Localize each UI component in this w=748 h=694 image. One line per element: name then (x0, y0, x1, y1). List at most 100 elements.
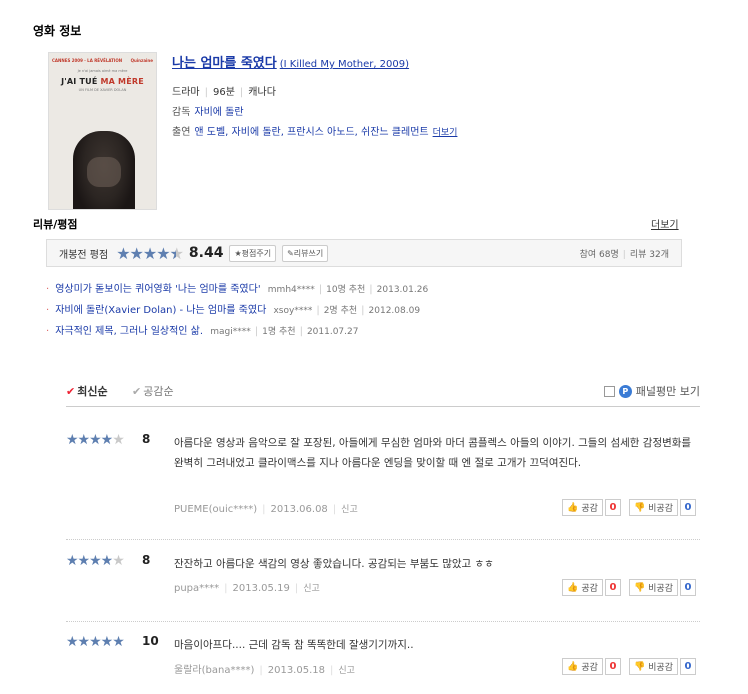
review-stars: ★★★★★ (66, 553, 125, 569)
list-item: · 자비에 돌란(Xavier Dolan) - 나는 엄마를 죽였다 xsoy*… (46, 305, 421, 316)
sort-latest-label: 최신순 (77, 385, 108, 398)
review-text: 마음이아프다.... 근데 감독 참 똑똑한데 잘생기기까지.. (174, 639, 414, 651)
disagree-button[interactable]: 👎 비공감 (628, 499, 678, 516)
poster-director: UN FILM DE XAVIER DOLAN (78, 88, 127, 92)
mini-review-title-link[interactable]: 자비에 돌란(Xavier Dolan) - 나는 엄마를 죽였다 (55, 305, 266, 316)
rating-stats: 참여 68명 | 리뷰 32개 (579, 249, 669, 260)
panel-only-label: 패널평만 보기 (635, 385, 700, 398)
mini-review-rec: 10명 추천 (326, 285, 366, 295)
poster-title: J'AI TUÉ MA MÈRE (49, 77, 156, 86)
movie-country: 캐나다 (248, 87, 276, 98)
sort-empathy-tab[interactable]: ✔ 공감순 (132, 383, 174, 399)
check-icon: ✔ (132, 385, 142, 398)
movie-cast-line: 출연 앤 도벨, 자비에 돌란, 프란시스 아노드, 쉬잔느 클레먼트 더보기 (172, 123, 457, 138)
cast-more-link[interactable]: 더보기 (433, 128, 458, 138)
review-text: 아름다운 영상과 음악으로 잘 포장된, 아들에게 무심한 엄마와 마더 콤플렉… (174, 437, 692, 469)
review-item: ★★★★★ 8 아름다운 영상과 음악으로 잘 포장된, 아들에게 무심한 엄마… (66, 432, 700, 522)
poster-festival: CANNES 2009 · LA RÉVÉLATION (52, 58, 123, 63)
panel-only-filter[interactable]: P 패널평만 보기 (603, 383, 700, 399)
mini-review-title-link[interactable]: 영상미가 돋보이는 퀴어영화 '나는 엄마를 죽였다' (55, 284, 260, 295)
review-user: 울랄라(bana****) (174, 665, 255, 676)
movie-runtime: 96분 (212, 87, 235, 98)
thumbs-down-icon: 👎 (633, 661, 646, 672)
thumbs-up-icon: 👍 (567, 582, 579, 593)
disagree-label: 비공감 (648, 584, 673, 594)
review-date: 2013.05.19 (232, 583, 290, 594)
section-title: 영화 정보 (33, 24, 82, 38)
review-footer: 울랄라(bana****) | 2013.05.18 | 신고 (174, 665, 355, 676)
rating-score: 8.44 (188, 245, 224, 261)
rating-review-count: 리뷰 32개 (629, 249, 669, 260)
mini-review-date: 2011.07.27 (306, 327, 359, 337)
review-text: 잔잔하고 아름다운 색감의 영상 좋았습니다. 공감되는 부붐도 많았고 ㅎㅎ (174, 558, 494, 570)
poster-tagline: Je n'ai jamais aimé ma mère (77, 69, 128, 73)
list-item: · 영상미가 돋보이는 퀴어영화 '나는 엄마를 죽였다' mmh4**** | 10… (46, 284, 429, 295)
movie-director-line: 감독 자비에 돌란 (172, 103, 457, 118)
review-score: 8 (142, 553, 151, 567)
disagree-label: 비공감 (648, 663, 673, 673)
agree-button[interactable]: 👍 공감 (562, 499, 603, 516)
review-footer: pupa**** | 2013.05.19 | 신고 (174, 583, 320, 594)
agree-button[interactable]: 👍 공감 (562, 658, 603, 675)
director-link[interactable]: 자비에 돌란 (194, 107, 243, 118)
mini-review-date: 2012.08.09 (368, 306, 421, 316)
reviews-section-title: 리뷰/평점 (33, 218, 78, 231)
sort-empathy-label: 공감순 (143, 385, 174, 398)
agree-label: 공감 (581, 584, 598, 594)
thumbs-down-icon: 👎 (633, 502, 646, 513)
thumbs-up-icon: 👍 (567, 661, 579, 672)
review-votes: 👍 공감 0 👎 비공감 0 (562, 579, 696, 596)
disagree-button[interactable]: 👎 비공감 (628, 579, 678, 596)
rating-stars: ★★★★★★ (116, 243, 184, 263)
panel-only-checkbox[interactable] (603, 385, 615, 397)
disagree-button[interactable]: 👎 비공감 (628, 658, 678, 675)
panel-icon: P (618, 384, 632, 398)
agree-label: 공감 (581, 663, 598, 673)
report-link[interactable]: 신고 (338, 666, 355, 676)
sort-bar: ✔ 최신순 ✔ 공감순 P 패널평만 보기 (66, 381, 700, 407)
mini-review-user: mmh4**** (267, 285, 315, 295)
mini-review-date: 2013.01.26 (376, 285, 429, 295)
review-date: 2013.06.08 (270, 504, 328, 515)
review-user: pupa**** (174, 583, 220, 594)
mini-review-user: magi**** (210, 327, 251, 337)
movie-genre: 드라마 (172, 87, 200, 98)
review-item: ★★★★★ 8 잔잔하고 아름다운 색감의 영상 좋았습니다. 공감되는 부붐도… (66, 553, 700, 603)
sort-latest-tab[interactable]: ✔ 최신순 (66, 383, 108, 399)
movie-poster[interactable]: CANNES 2009 · LA RÉVÉLATION Quinzaine Je… (48, 52, 157, 210)
movie-meta: 드라마 | 96분 | 캐나다 (172, 87, 276, 98)
director-label: 감독 (172, 107, 191, 118)
cast-label: 출연 (172, 127, 191, 138)
mini-review-rec: 2명 추천 (323, 306, 358, 316)
mini-review-rec: 1명 추천 (262, 327, 296, 337)
rating-label: 개봉전 평점 (59, 249, 109, 261)
agree-count: 0 (604, 499, 621, 516)
agree-count: 0 (604, 579, 621, 596)
rating-participants: 참여 68명 (579, 249, 619, 260)
write-review-button[interactable]: ✎리뷰쓰기 (282, 244, 329, 262)
review-votes: 👍 공감 0 👎 비공감 0 (562, 658, 696, 675)
movie-original-title-link[interactable]: (I Killed My Mother, 2009) (280, 59, 409, 70)
agree-label: 공감 (581, 504, 598, 514)
review-score: 10 (142, 634, 159, 648)
mini-review-title-link[interactable]: 자극적인 제목, 그러나 일상적인 삶. (55, 326, 203, 337)
cast-links[interactable]: 앤 도벨, 자비에 돌란, 프란시스 아노드, 쉬잔느 클레먼트 (194, 127, 428, 138)
rate-button[interactable]: ★평점주기 (229, 244, 277, 262)
poster-title-b: MA MÈRE (100, 77, 144, 86)
report-link[interactable]: 신고 (303, 584, 320, 594)
review-stars: ★★★★★ (66, 432, 125, 448)
thumbs-down-icon: 👎 (633, 582, 646, 593)
review-date: 2013.05.18 (267, 665, 325, 676)
review-user: PUEME(ouic****) (174, 504, 258, 515)
review-item: ★★★★★ 10 마음이아프다.... 근데 감독 참 똑똑한데 잘생기기까지.… (66, 634, 700, 684)
poster-title-a: J'AI TUÉ (61, 77, 98, 86)
reviews-more-link[interactable]: 더보기 (651, 216, 679, 231)
movie-title-link[interactable]: 나는 엄마를 죽였다 (172, 56, 277, 71)
check-icon: ✔ (66, 385, 76, 398)
thumbs-up-icon: 👍 (567, 502, 579, 513)
poster-figure (73, 131, 135, 209)
agree-button[interactable]: 👍 공감 (562, 579, 603, 596)
disagree-count: 0 (680, 499, 696, 516)
review-footer: PUEME(ouic****) | 2013.06.08 | 신고 (174, 504, 358, 515)
report-link[interactable]: 신고 (341, 505, 358, 515)
